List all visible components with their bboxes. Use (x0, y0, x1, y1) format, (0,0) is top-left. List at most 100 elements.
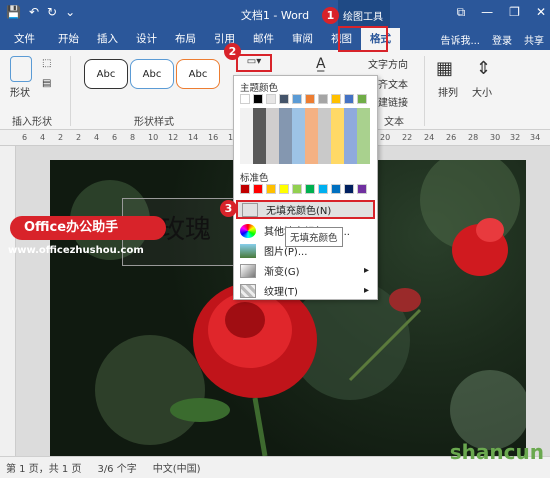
theme-color-swatch[interactable] (253, 94, 263, 104)
ruler-tick: 24 (424, 133, 435, 142)
ruler-tick: 32 (510, 133, 521, 142)
ruler-tick: 4 (94, 133, 100, 142)
text-fill-icon[interactable]: A̲ (316, 56, 326, 72)
share-button[interactable]: 共享 (524, 32, 544, 47)
ruler-tick: 6 (112, 133, 118, 142)
ribbon-right-actions: 告诉我... 登录 共享 (440, 28, 544, 50)
texture-fill-menu-item[interactable]: 纹理(T) ▸ (236, 281, 375, 300)
shapes-gallery-icon[interactable] (10, 56, 32, 82)
tab-home[interactable]: 开始 (49, 28, 88, 50)
tab-design[interactable]: 设计 (127, 28, 166, 50)
picture-icon (240, 243, 256, 258)
ruler-tick: 22 (402, 133, 413, 142)
shape-style-2[interactable]: Abc (130, 59, 174, 89)
theme-color-swatch[interactable] (266, 94, 276, 104)
edit-shape-icon[interactable]: ⬚ (42, 58, 51, 69)
shancun-logo: shancun (449, 440, 544, 464)
ruler-tick: 12 (168, 133, 179, 142)
standard-color-swatch[interactable] (305, 184, 315, 194)
ruler-tick: 34 (530, 133, 541, 142)
ruler-tick: 2 (58, 133, 64, 142)
theme-color-swatch[interactable] (344, 94, 354, 104)
drawing-tools-context: 绘图工具 (338, 0, 390, 28)
tab-review[interactable]: 审阅 (283, 28, 322, 50)
ruler-tick: 28 (468, 133, 479, 142)
text-group-label: 文本 (384, 117, 404, 128)
window-controls: ⧉ — ❐ ✕ (457, 5, 546, 20)
standard-colors-row (240, 184, 367, 194)
standard-colors-heading: 标准色 (240, 173, 269, 184)
ruler-tick: 8 (130, 133, 136, 142)
gradient-icon (240, 263, 256, 278)
tab-layout[interactable]: 布局 (166, 28, 205, 50)
standard-color-swatch[interactable] (292, 184, 302, 194)
standard-color-swatch[interactable] (240, 184, 250, 194)
ruler-tick: 20 (380, 133, 391, 142)
standard-color-swatch[interactable] (279, 184, 289, 194)
standard-color-swatch[interactable] (344, 184, 354, 194)
theme-colors-row (240, 94, 367, 104)
standard-color-swatch[interactable] (357, 184, 367, 194)
arrange-button[interactable]: 排列 (438, 84, 458, 99)
close-button[interactable]: ✕ (536, 5, 546, 20)
tab-file[interactable]: 文件 (0, 28, 49, 50)
group-separator (70, 56, 71, 126)
ribbon-tabs: 文件 开始 插入 设计 布局 引用 邮件 审阅 视图 格式 告诉我... 登录 … (0, 28, 550, 50)
restore-button[interactable]: ❐ (509, 5, 520, 20)
theme-color-swatch[interactable] (357, 94, 367, 104)
callout-3: 3 (220, 200, 237, 217)
ruler-tick: 16 (208, 133, 219, 142)
gradient-fill-menu-item[interactable]: 渐变(G) ▸ (236, 261, 375, 280)
shape-styles-group-label: 形状样式 (134, 117, 174, 128)
ruler-tick: 14 (188, 133, 199, 142)
format-tab-highlight (338, 26, 388, 52)
text-direction-button[interactable]: 文字方向 (368, 56, 408, 71)
tab-insert[interactable]: 插入 (88, 28, 127, 50)
standard-color-swatch[interactable] (253, 184, 263, 194)
theme-color-swatch[interactable] (240, 94, 250, 104)
arrange-icon[interactable]: ▦ (436, 58, 453, 79)
login-link[interactable]: 登录 (492, 32, 512, 47)
standard-color-swatch[interactable] (318, 184, 328, 194)
no-fill-icon (242, 202, 258, 217)
tell-me-box[interactable]: 告诉我... (440, 32, 480, 47)
language-indicator[interactable]: 中文(中国) (153, 460, 201, 475)
submenu-arrow-icon: ▸ (363, 265, 369, 276)
textbox-icon[interactable]: ▤ (42, 78, 51, 89)
callout-2: 2 (224, 43, 241, 60)
theme-color-swatch[interactable] (292, 94, 302, 104)
group-separator (424, 56, 425, 126)
callout-1: 1 (322, 7, 339, 24)
submenu-arrow-icon: ▸ (363, 285, 369, 296)
ruler-tick: 10 (148, 133, 159, 142)
theme-colors-heading: 主题颜色 (240, 83, 279, 94)
no-fill-tooltip: 无填充颜色 (285, 227, 343, 247)
theme-shades-grid (240, 108, 370, 164)
shape-fill-button[interactable]: ▭▾ (236, 54, 272, 72)
theme-color-swatch[interactable] (279, 94, 289, 104)
ruler-tick: 30 (490, 133, 501, 142)
tab-mailings[interactable]: 邮件 (244, 28, 283, 50)
shape-style-3[interactable]: Abc (176, 59, 220, 89)
watermark-url: www.officezhushou.com (8, 245, 144, 256)
no-fill-menu-item[interactable]: 无填充颜色(N) (236, 200, 375, 219)
size-icon[interactable]: ⇕ (476, 58, 491, 79)
office-assistant-badge: Office办公助手 (10, 216, 166, 240)
standard-color-swatch[interactable] (266, 184, 276, 194)
ruler-tick: 2 (76, 133, 82, 142)
size-button[interactable]: 大小 (472, 84, 492, 99)
theme-color-swatch[interactable] (331, 94, 341, 104)
minimize-button[interactable]: — (481, 5, 493, 20)
insert-shapes-group-label: 插入形状 (12, 117, 52, 128)
color-wheel-icon (240, 223, 256, 238)
shape-style-1[interactable]: Abc (84, 59, 128, 89)
ribbon-display-icon[interactable]: ⧉ (457, 5, 466, 20)
word-count[interactable]: 3/6 个字 (97, 460, 136, 475)
texture-icon (240, 283, 256, 298)
page-count[interactable]: 第 1 页，共 1 页 (6, 460, 81, 475)
shapes-button[interactable]: 形状 (10, 84, 30, 99)
theme-color-swatch[interactable] (305, 94, 315, 104)
ruler-tick: 26 (446, 133, 457, 142)
standard-color-swatch[interactable] (331, 184, 341, 194)
theme-color-swatch[interactable] (318, 94, 328, 104)
